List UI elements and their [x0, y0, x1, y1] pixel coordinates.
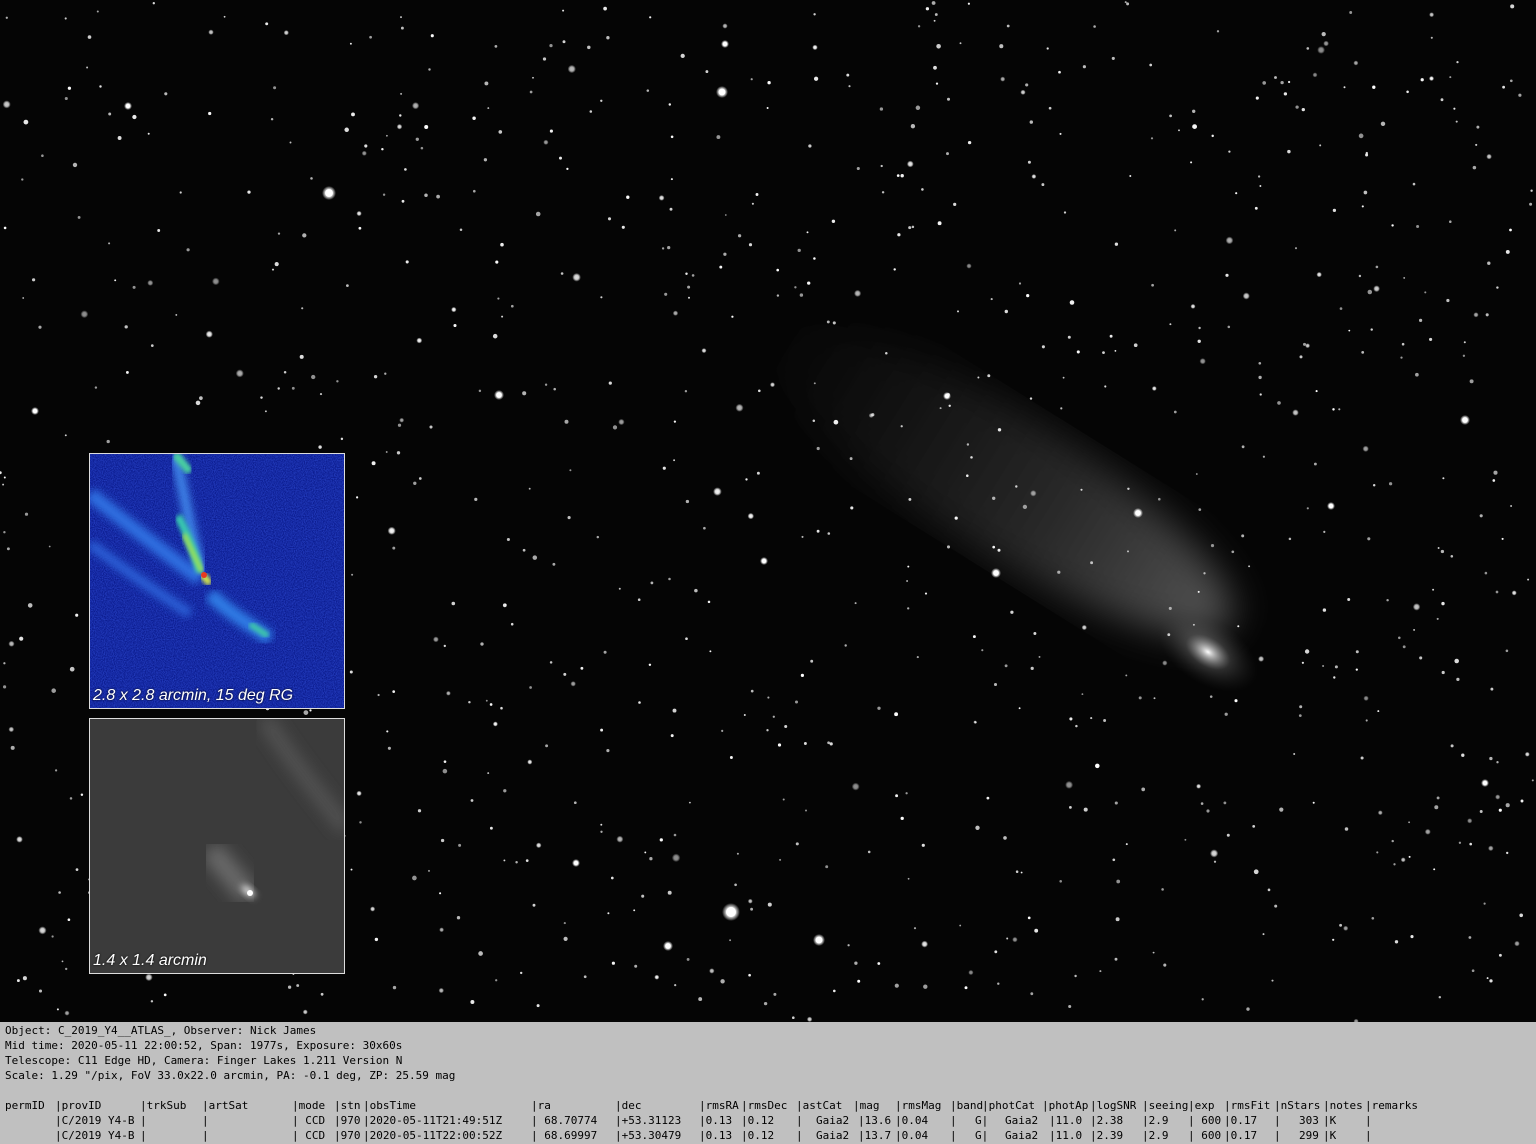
table-cell: |0.17: [1224, 1129, 1258, 1142]
table-cell: |+53.31123: [615, 1114, 682, 1127]
observation-info-panel: Object: C_2019_Y4__ATLAS_, Observer: Nic…: [0, 1022, 1536, 1144]
table-cell: |: [1365, 1114, 1372, 1127]
table-cell: |photAp: [1042, 1099, 1089, 1112]
table-cell: 303: [1299, 1114, 1319, 1127]
table-cell: |13.6: [858, 1114, 892, 1127]
table-cell: Gaia2: [816, 1114, 850, 1127]
table-cell: |11.0: [1049, 1129, 1083, 1142]
table-cell: |mag: [853, 1099, 880, 1112]
table-cell: |0.12: [741, 1114, 775, 1127]
table-cell: |obsTime: [363, 1099, 416, 1112]
table-cell: |stn: [334, 1099, 361, 1112]
table-cell: Gaia2: [816, 1129, 850, 1142]
table-cell: Gaia2: [1005, 1114, 1039, 1127]
table-cell: |: [796, 1129, 803, 1142]
table-cell: G|: [975, 1114, 989, 1127]
table-cell: |K: [1323, 1129, 1337, 1142]
table-cell: | 68.69997: [531, 1129, 598, 1142]
table-cell: |astCat: [796, 1099, 843, 1112]
table-cell: |trkSub: [140, 1099, 187, 1112]
table-cell: |band: [950, 1099, 984, 1112]
inset-rotational-gradient: 2.8 x 2.8 arcmin, 15 deg RG: [89, 453, 345, 709]
table-cell: |logSNR: [1090, 1099, 1137, 1112]
table-cell: |K: [1323, 1114, 1337, 1127]
table-cell: |provID: [55, 1099, 102, 1112]
observation-header: Object: C_2019_Y4__ATLAS_, Observer: Nic…: [5, 1023, 455, 1083]
table-cell: | CCD: [292, 1114, 326, 1127]
table-cell: |rmsFit: [1224, 1099, 1271, 1112]
table-cell: |: [140, 1114, 147, 1127]
table-cell: |11.0: [1049, 1114, 1083, 1127]
table-cell: |rmsRA: [699, 1099, 739, 1112]
table-cell: | 68.70774: [531, 1114, 598, 1127]
table-cell: Gaia2: [1005, 1129, 1039, 1142]
table-cell: |artSat: [202, 1099, 249, 1112]
nucleus-closeup-image: [90, 719, 344, 973]
table-cell: |: [796, 1114, 803, 1127]
object-line: Object: C_2019_Y4__ATLAS_, Observer: Nic…: [5, 1024, 317, 1037]
table-cell: |C/2019 Y4-B: [55, 1129, 135, 1142]
table-cell: |2.38: [1090, 1114, 1124, 1127]
table-cell: |0.13: [699, 1114, 733, 1127]
table-cell: |mode: [292, 1099, 326, 1112]
table-cell: |2.9: [1142, 1129, 1169, 1142]
nucleus-inset-caption: 1.4 x 1.4 arcmin: [93, 952, 207, 969]
rg-inset-caption: 2.8 x 2.8 arcmin, 15 deg RG: [93, 687, 294, 704]
table-cell: |remarks: [1365, 1099, 1418, 1112]
table-cell: |2020-05-11T22:00:52Z: [363, 1129, 503, 1142]
table-cell: |: [1274, 1114, 1281, 1127]
table-cell: |photCat: [982, 1099, 1035, 1112]
table-cell: |: [1274, 1129, 1281, 1142]
table-cell: |0.04: [895, 1114, 929, 1127]
table-cell: |seeing: [1142, 1099, 1189, 1112]
table-cell: permID: [5, 1099, 45, 1112]
table-cell: | 600: [1188, 1114, 1222, 1127]
table-cell: |: [202, 1129, 209, 1142]
table-cell: | 600: [1188, 1129, 1222, 1142]
time-line: Mid time: 2020-05-11 22:00:52, Span: 197…: [5, 1039, 403, 1052]
table-cell: |0.13: [699, 1129, 733, 1142]
table-cell: |rmsDec: [741, 1099, 788, 1112]
table-cell: |0.17: [1224, 1114, 1258, 1127]
table-cell: |: [140, 1129, 147, 1142]
star-field-image: 2.8 x 2.8 arcmin, 15 deg RG 1.4 x 1.4 ar…: [0, 0, 1536, 1022]
table-cell: |notes: [1323, 1099, 1363, 1112]
inset-nucleus-closeup: 1.4 x 1.4 arcmin: [89, 718, 345, 974]
table-cell: |0.04: [895, 1129, 929, 1142]
table-cell: |0.12: [741, 1129, 775, 1142]
table-cell: |dec: [615, 1099, 642, 1112]
table-cell: |rmsMag: [895, 1099, 942, 1112]
table-cell: |ra: [531, 1099, 551, 1112]
table-cell: |: [1365, 1129, 1372, 1142]
table-cell: |2.9: [1142, 1114, 1169, 1127]
table-cell: |: [202, 1114, 209, 1127]
table-cell: |13.7: [858, 1129, 892, 1142]
telescope-line: Telescope: C11 Edge HD, Camera: Finger L…: [5, 1054, 403, 1067]
table-cell: |: [950, 1114, 957, 1127]
table-cell: |970: [334, 1129, 361, 1142]
table-cell: |C/2019 Y4-B: [55, 1114, 135, 1127]
table-cell: | CCD: [292, 1129, 326, 1142]
table-cell: |nStars: [1274, 1099, 1321, 1112]
scale-line: Scale: 1.29 "/pix, FoV 33.0x22.0 arcmin,…: [5, 1069, 456, 1082]
table-cell: |+53.30479: [615, 1129, 682, 1142]
table-cell: G|: [975, 1129, 989, 1142]
table-cell: |exp: [1188, 1099, 1215, 1112]
table-cell: |2020-05-11T21:49:51Z: [363, 1114, 503, 1127]
table-cell: |970: [334, 1114, 361, 1127]
rg-processed-image: [90, 454, 344, 708]
table-cell: |: [950, 1129, 957, 1142]
table-cell: |2.39: [1090, 1129, 1124, 1142]
table-cell: 299: [1299, 1129, 1319, 1142]
